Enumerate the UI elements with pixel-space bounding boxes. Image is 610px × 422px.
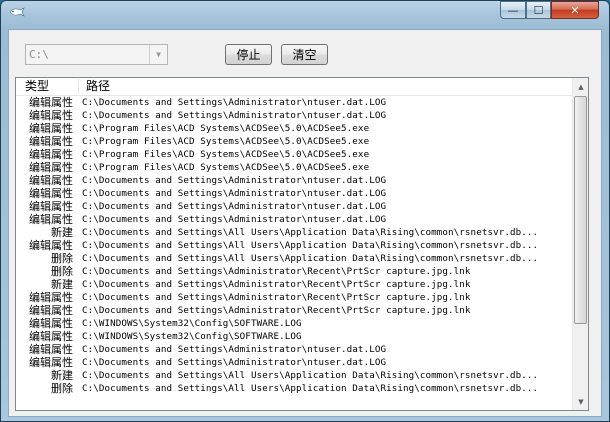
list-item-type: 编辑属性 (29, 135, 73, 148)
list-item-path: C:\WINDOWS\System32\Config\SOFTWARE.LOG (82, 318, 302, 329)
list-item-path: C:\WINDOWS\System32\Config\SOFTWARE.LOG (82, 331, 302, 342)
list-item[interactable]: 删除 C:\Documents and Settings\All Users\Ap… (16, 252, 572, 265)
list-item-path: C:\Documents and Settings\Administrator\… (82, 214, 387, 225)
drive-combobox-value: C:\ (29, 48, 49, 61)
minimize-icon: — (507, 3, 519, 17)
list-item-path: C:\Program Files\ACD Systems\ACDSee\5.0\… (82, 136, 370, 147)
chevron-down-icon[interactable]: ▼ (149, 45, 167, 64)
list-item-type: 新建 (51, 278, 73, 291)
title-bar[interactable]: — ☐ ✕ (1, 1, 609, 23)
list-item-type: 编辑属性 (29, 148, 73, 161)
list-item-path: C:\Documents and Settings\Administrator\… (82, 175, 387, 186)
list-item[interactable]: 编辑属性 C:\Documents and Settings\Administra… (16, 187, 572, 200)
list-item[interactable]: 编辑属性 C:\WINDOWS\System32\Config\SOFTWARE.… (16, 317, 572, 330)
list-item-path: C:\Documents and Settings\Administrator\… (82, 305, 471, 316)
list-item[interactable]: 编辑属性 C:\Program Files\ACD Systems\ACDSee\… (16, 135, 572, 148)
close-icon: ✕ (570, 3, 580, 17)
list-item[interactable]: 编辑属性 C:\Documents and Settings\Administra… (16, 109, 572, 122)
column-divider[interactable] (78, 79, 79, 94)
list-item[interactable]: 编辑属性 C:\Documents and Settings\Administra… (16, 213, 572, 226)
list-item-path: C:\Documents and Settings\Administrator\… (82, 97, 387, 108)
list-item-type: 编辑属性 (29, 96, 73, 109)
list-item[interactable]: 编辑属性 C:\Documents and Settings\Administra… (16, 96, 572, 109)
list-item-path: C:\Documents and Settings\Administrator\… (82, 266, 471, 277)
list-item-path: C:\Documents and Settings\All Users\Appl… (82, 227, 539, 238)
list-item-path: C:\Program Files\ACD Systems\ACDSee\5.0\… (82, 162, 370, 173)
minimize-button[interactable]: — (500, 1, 526, 19)
list-item-type: 编辑属性 (29, 291, 73, 304)
list-item-type: 编辑属性 (29, 200, 73, 213)
list-item[interactable]: 编辑属性 C:\Documents and Settings\Administra… (16, 200, 572, 213)
list-item[interactable]: 编辑属性 C:\Documents and Settings\Administra… (16, 291, 572, 304)
list-item-type: 编辑属性 (29, 343, 73, 356)
list-item-path: C:\Documents and Settings\Administrator\… (82, 110, 387, 121)
list-item-type: 编辑属性 (29, 317, 73, 330)
drive-combobox[interactable]: C:\ ▼ (25, 44, 168, 65)
list-item-type: 编辑属性 (29, 239, 73, 252)
vertical-scrollbar[interactable]: ▲ ▼ (572, 78, 588, 410)
list-item[interactable]: 编辑属性 C:\Documents and Settings\Administra… (16, 304, 572, 317)
list-item-path: C:\Program Files\ACD Systems\ACDSee\5.0\… (82, 149, 370, 160)
column-header-type[interactable]: 类型 (25, 78, 80, 95)
list-item-path: C:\Documents and Settings\Administrator\… (82, 279, 471, 290)
list-item-path: C:\Documents and Settings\Administrator\… (82, 188, 387, 199)
list-item[interactable]: 删除 C:\Documents and Settings\All Users\Ap… (16, 382, 572, 395)
list-item[interactable]: 新建 C:\Documents and Settings\All Users\Ap… (16, 369, 572, 382)
main-window: — ☐ ✕ C:\ ▼ 停止 清空 类型 路径 编辑属性 C:\Documents… (0, 0, 610, 422)
list-item[interactable]: 编辑属性 C:\Documents and Settings\All Users\… (16, 239, 572, 252)
fish-icon (9, 7, 25, 17)
column-header-path[interactable]: 路径 (86, 78, 110, 95)
list-item-type: 编辑属性 (29, 213, 73, 226)
client-area: C:\ ▼ 停止 清空 类型 路径 编辑属性 C:\Documents and S… (8, 29, 602, 417)
list-item-path: C:\Documents and Settings\All Users\Appl… (82, 370, 539, 381)
list-item-path: C:\Documents and Settings\Administrator\… (82, 357, 387, 368)
list-item[interactable]: 编辑属性 C:\WINDOWS\System32\Config\SOFTWARE.… (16, 330, 572, 343)
list-item-type: 编辑属性 (29, 187, 73, 200)
list-item-path: C:\Documents and Settings\Administrator\… (82, 201, 387, 212)
list-header: 类型 路径 (16, 78, 572, 96)
list-item[interactable]: 编辑属性 C:\Program Files\ACD Systems\ACDSee\… (16, 122, 572, 135)
list-item[interactable]: 编辑属性 C:\Documents and Settings\Administra… (16, 174, 572, 187)
list-item-type: 编辑属性 (29, 330, 73, 343)
list-item-type: 删除 (51, 252, 73, 265)
scroll-up-icon[interactable]: ▲ (573, 78, 588, 95)
scroll-down-icon[interactable]: ▼ (573, 393, 588, 410)
maximize-icon: ☐ (533, 3, 544, 17)
list-item[interactable]: 编辑属性 C:\Documents and Settings\Administra… (16, 356, 572, 369)
list-item[interactable]: 新建 C:\Documents and Settings\Administrato… (16, 278, 572, 291)
list-item-type: 删除 (51, 265, 73, 278)
stop-button[interactable]: 停止 (225, 44, 272, 65)
close-button[interactable]: ✕ (551, 1, 599, 19)
scrollbar-thumb[interactable] (574, 96, 587, 324)
list-item-type: 新建 (51, 226, 73, 239)
list-item[interactable]: 编辑属性 C:\Program Files\ACD Systems\ACDSee\… (16, 161, 572, 174)
list-item-path: C:\Documents and Settings\All Users\Appl… (82, 253, 539, 264)
maximize-button[interactable]: ☐ (526, 1, 551, 19)
list-item-path: C:\Documents and Settings\Administrator\… (82, 344, 387, 355)
list-item-path: C:\Documents and Settings\All Users\Appl… (82, 240, 539, 251)
list-item-type: 编辑属性 (29, 174, 73, 187)
list-item-type: 删除 (51, 382, 73, 395)
change-log-list[interactable]: 类型 路径 编辑属性 C:\Documents and Settings\Admi… (15, 77, 589, 411)
list-item[interactable]: 删除 C:\Documents and Settings\Administrato… (16, 265, 572, 278)
list-item-path: C:\Documents and Settings\All Users\Appl… (82, 383, 539, 394)
list-item-type: 编辑属性 (29, 304, 73, 317)
list-item-path: C:\Documents and Settings\Administrator\… (82, 292, 471, 303)
list-item-type: 编辑属性 (29, 122, 73, 135)
list-item-type: 编辑属性 (29, 356, 73, 369)
list-item[interactable]: 编辑属性 C:\Documents and Settings\Administra… (16, 343, 572, 356)
list-item-type: 新建 (51, 369, 73, 382)
list-item-type: 编辑属性 (29, 161, 73, 174)
clear-button[interactable]: 清空 (281, 44, 328, 65)
list-item-path: C:\Program Files\ACD Systems\ACDSee\5.0\… (82, 123, 370, 134)
list-item[interactable]: 新建 C:\Documents and Settings\All Users\Ap… (16, 226, 572, 239)
list-item-type: 编辑属性 (29, 109, 73, 122)
list-rows: 编辑属性 C:\Documents and Settings\Administra… (16, 96, 572, 395)
list-item[interactable]: 编辑属性 C:\Program Files\ACD Systems\ACDSee\… (16, 148, 572, 161)
